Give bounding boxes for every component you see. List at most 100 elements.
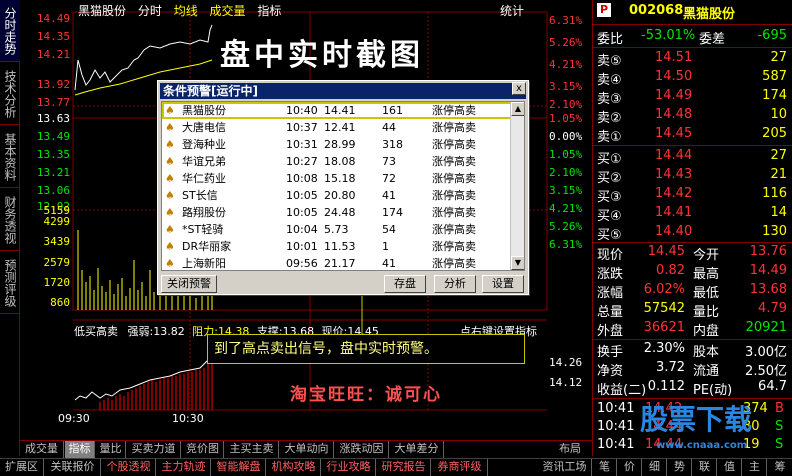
- marker-badge: P: [597, 3, 611, 17]
- tab-intraday[interactable]: 分时走势: [0, 0, 20, 62]
- condition-alert-dialog: 条件预警[运行中] x ♠ 黑猫股份 10:40 14.41 161 涨停高卖 …: [157, 80, 529, 295]
- tab-big-order-trend[interactable]: 大单动向: [280, 441, 334, 458]
- tab-main[interactable]: 主: [743, 459, 767, 476]
- alert-row[interactable]: ♠ 大唐电信 10:37 12.41 44 涨停高卖: [162, 119, 512, 136]
- tab-value[interactable]: 值: [718, 459, 742, 476]
- analyze-button[interactable]: 分析: [434, 275, 476, 293]
- tab-volume-ratio[interactable]: 量比: [96, 441, 126, 458]
- tab-price[interactable]: 价: [618, 459, 642, 476]
- axis-vol-1: 4299: [43, 215, 71, 228]
- alert-row[interactable]: ♠ 路翔股份 10:05 24.48 174 涨停高卖: [162, 204, 512, 221]
- tab-research[interactable]: 研究报告: [377, 459, 431, 476]
- alert-row[interactable]: ♠ *ST轻骑 10:04 5.73 54 涨停高卖: [162, 221, 512, 238]
- alert-row[interactable]: ♠ 华谊兄弟 10:27 18.08 73 涨停高卖: [162, 153, 512, 170]
- tab-chips[interactable]: 筹: [768, 459, 792, 476]
- tab-news[interactable]: 资讯工场: [538, 459, 592, 476]
- tab-indicator[interactable]: 指标: [65, 441, 95, 458]
- indicator-axis-0: 14.26: [549, 356, 583, 369]
- alert-icon: ♠: [165, 189, 175, 202]
- ask-row-5: 卖⑤ 14.51 27: [597, 50, 787, 69]
- alert-row[interactable]: ♠ 华仁药业 10:08 15.18 72 涨停高卖: [162, 170, 512, 187]
- chart-tab-average[interactable]: 均线: [174, 4, 198, 18]
- chart-stock-name: 黑猫股份: [78, 4, 127, 18]
- alert-icon: ♠: [165, 172, 175, 185]
- tab-ticks[interactable]: 笔: [593, 459, 617, 476]
- axis-pct-1: 5.26%: [549, 36, 583, 49]
- tab-basic-info[interactable]: 基本资料: [0, 126, 20, 188]
- tab-main-track[interactable]: 主力轨迹: [157, 459, 211, 476]
- axis-price-9: 13.06: [36, 184, 70, 197]
- alert-list-scrollbar[interactable]: ▲ ▼: [510, 102, 524, 270]
- alert-row[interactable]: ♠ 黑猫股份 10:40 14.41 161 涨停高卖: [162, 102, 512, 119]
- tab-detail[interactable]: 细: [643, 459, 667, 476]
- time-axis-1: 10:30: [172, 412, 204, 425]
- tab-institution[interactable]: 机构攻略: [267, 459, 321, 476]
- tab-layout[interactable]: 布局: [550, 441, 590, 458]
- close-alert-button[interactable]: 关闭预警: [161, 275, 217, 293]
- bid-row-3: 买③ 14.42 116: [597, 186, 787, 205]
- axis-pct-0: 6.31%: [549, 14, 583, 27]
- tab-auction[interactable]: 竞价图: [182, 441, 224, 458]
- alert-icon: ♠: [165, 240, 175, 253]
- alert-icon: ♠: [165, 104, 175, 117]
- stat-row: 外盘 36621 内盘 20921: [597, 320, 787, 339]
- indicator-axis-1: 14.12: [549, 376, 583, 389]
- axis-price-2: 14.21: [36, 48, 70, 61]
- alert-row[interactable]: ♠ ST长信 10:05 20.80 41 涨停高卖: [162, 187, 512, 204]
- stats-button[interactable]: 统计: [500, 2, 524, 19]
- alert-row[interactable]: ♠ DR华丽家 10:01 11.53 1 涨停高卖: [162, 238, 512, 255]
- alert-row[interactable]: ♠ 登海种业 10:31 28.99 318 涨停高卖: [162, 136, 512, 153]
- tab-broker-rating[interactable]: 券商评级: [432, 459, 488, 476]
- axis-pct-6: 0.00%: [549, 130, 583, 143]
- axis-pct-10: 4.21%: [549, 202, 583, 215]
- tab-financial[interactable]: 财务透视: [0, 189, 20, 251]
- settings-button[interactable]: 设置: [482, 275, 524, 293]
- chart-tab-intraday[interactable]: 分时: [138, 4, 162, 18]
- stock-name: 黑猫股份: [683, 7, 736, 22]
- ask-row-3: 卖③ 14.49 174: [597, 88, 787, 107]
- tab-main-buy-sell[interactable]: 主买主卖: [225, 441, 279, 458]
- tab-change-cause[interactable]: 涨跌动因: [335, 441, 389, 458]
- axis-price-6: 13.49: [36, 130, 70, 143]
- alert-icon: ♠: [165, 155, 175, 168]
- indicator-name[interactable]: 低买高卖: [74, 325, 118, 338]
- tab-link[interactable]: 联: [693, 459, 717, 476]
- quote-header: P 002068 黑猫股份: [593, 2, 792, 22]
- tab-forecast[interactable]: 预测评级: [0, 252, 20, 314]
- bid-row-4: 买④ 14.41 14: [597, 205, 787, 224]
- tab-technical[interactable]: 技术分析: [0, 63, 20, 125]
- dialog-title[interactable]: 条件预警[运行中]: [160, 83, 526, 99]
- alert-row[interactable]: ♠ 上海新阳 09:56 21.17 41 涨停高卖: [162, 255, 512, 270]
- scroll-down-icon[interactable]: ▼: [511, 256, 524, 270]
- bid-row-1: 买① 14.44 27: [597, 148, 787, 167]
- axis-vol-3: 2579: [43, 256, 71, 269]
- watermark-logo: 股票下载: [640, 403, 753, 436]
- axis-pct-7: 1.05%: [549, 148, 583, 161]
- tab-extension[interactable]: 扩展区: [0, 459, 44, 476]
- alert-list[interactable]: ♠ 黑猫股份 10:40 14.41 161 涨停高卖 ♠ 大唐电信 10:37…: [161, 101, 525, 271]
- tab-big-order-diff[interactable]: 大单差分: [390, 441, 444, 458]
- chart-tab-volume[interactable]: 成交量: [210, 4, 246, 18]
- stat-row: 涨幅 6.02% 最低 13.68: [597, 282, 787, 301]
- tab-related-quote[interactable]: 关联报价: [45, 459, 101, 476]
- scroll-up-icon[interactable]: ▲: [511, 102, 524, 116]
- ask-row-2: 卖② 14.48 10: [597, 107, 787, 126]
- tab-industry[interactable]: 行业攻略: [322, 459, 376, 476]
- close-icon[interactable]: x: [512, 82, 526, 95]
- tab-stock-view[interactable]: 个股透视: [102, 459, 156, 476]
- overlay-taobao: 淘宝旺旺：诚可心: [290, 385, 442, 405]
- axis-vol-5: 860: [50, 296, 70, 309]
- save-button[interactable]: 存盘: [384, 275, 426, 293]
- tab-trend[interactable]: 势: [668, 459, 692, 476]
- chart-tab-indicator[interactable]: 指标: [257, 4, 281, 18]
- alert-icon: ♠: [165, 223, 175, 236]
- chart-header: 黑猫股份 分时 均线 成交量 指标: [78, 2, 548, 18]
- stat-row: 涨跌 0.82 最高 14.49: [597, 263, 787, 282]
- bid-row-2: 买② 14.43 21: [597, 167, 787, 186]
- ask-row-1: 卖① 14.45 205: [597, 126, 787, 145]
- tab-volume[interactable]: 成交量: [20, 441, 64, 458]
- tab-smart-analysis[interactable]: 智能解盘: [212, 459, 266, 476]
- watermark-url: www.cnaaa.com: [656, 440, 748, 451]
- axis-price-3: 13.92: [36, 78, 70, 91]
- tab-buy-sell-power[interactable]: 买卖力道: [127, 441, 181, 458]
